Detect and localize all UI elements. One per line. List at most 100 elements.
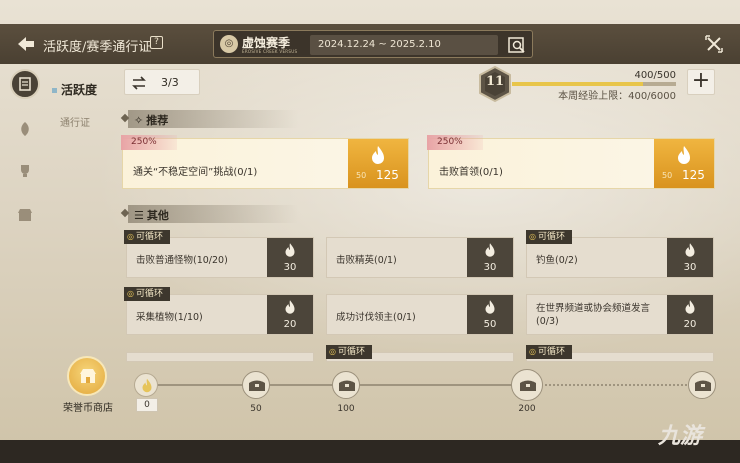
- subnav-pass-label: 通行证: [60, 118, 90, 129]
- flame-icon: [685, 300, 695, 314]
- progress-track-remaining: [540, 384, 695, 386]
- recommended-task-card[interactable]: 250% 通关“不稳定空间”挑战(0/1) 50 125: [121, 135, 409, 189]
- list-icon: ☰: [134, 209, 144, 222]
- clipboard-icon: [19, 77, 31, 91]
- repeatable-label: 可循环: [537, 347, 565, 357]
- repeat-icon: ◎: [529, 232, 536, 241]
- task-title: 采集植物(1/10): [136, 312, 203, 323]
- reward-box: 50 125: [654, 139, 714, 188]
- flame-icon: [372, 146, 384, 164]
- weekly-xp-cap: 本周经验上限：400/6000: [558, 91, 676, 102]
- recommended-task-card[interactable]: 250% 击败首领(0/1) 50 125: [427, 135, 715, 189]
- reward-chest-100[interactable]: [332, 371, 360, 399]
- close-icon[interactable]: [705, 35, 723, 53]
- nav-activity-button[interactable]: [10, 69, 40, 99]
- flame-icon: [485, 300, 495, 314]
- task-title: 成功讨伐领主(0/1): [336, 312, 416, 323]
- subnav-activity-label: 活跃度: [61, 83, 98, 97]
- task-card[interactable]: 成功讨伐领主(0/1) 50: [326, 294, 514, 335]
- back-icon[interactable]: [16, 35, 36, 53]
- repeatable-tag: ◎ 可循环: [124, 287, 170, 301]
- season-emblem-icon: ◎: [220, 35, 238, 53]
- reward-value: 20: [683, 319, 697, 330]
- sparkle-icon: ✧: [134, 114, 144, 127]
- xp-progress-bar: [512, 82, 676, 86]
- nav-shop-button[interactable]: [10, 200, 40, 230]
- subnav-pass[interactable]: 通行证: [60, 114, 90, 129]
- task-card[interactable]: 在世界频道或协会频道发言(0/3) 20: [526, 294, 714, 335]
- subnav-activity[interactable]: 活跃度: [52, 81, 97, 98]
- season-detail-icon[interactable]: [507, 35, 527, 55]
- task-card[interactable]: [126, 352, 314, 362]
- repeatable-label: 可循环: [135, 232, 163, 242]
- task-title: 击败精英(0/1): [336, 255, 397, 266]
- bottom-bar: [0, 440, 740, 463]
- milestone-label: 100: [337, 404, 355, 414]
- swap-icon: [132, 76, 146, 90]
- honor-shop-button[interactable]: [67, 356, 107, 396]
- repeatable-tag: ◎ 可循环: [526, 345, 572, 359]
- recommended-section-header: ✧ 推荐: [120, 110, 716, 128]
- top-bar: 活跃度/赛季通行证 ? ◎ 虚蚀赛季 EROSIVE CREEK VERSUS …: [0, 24, 740, 64]
- active-marker: [52, 88, 57, 93]
- reward-value: 30: [683, 262, 697, 273]
- bonus-tag: 250%: [121, 135, 177, 150]
- season-banner[interactable]: ◎ 虚蚀赛季 EROSIVE CREEK VERSUS 2024.12.24 ~…: [213, 30, 533, 58]
- old-reward: 50: [356, 171, 367, 180]
- repeatable-tag: ◎ 可循环: [526, 230, 572, 244]
- reward-value: 125: [376, 168, 399, 182]
- refresh-counter[interactable]: 3/3: [124, 69, 200, 95]
- repeat-icon: ◎: [529, 347, 536, 356]
- watermark-logo: 九游: [658, 424, 703, 449]
- season-dates: 2024.12.24 ~ 2025.2.10: [310, 35, 498, 55]
- task-title: 通关“不稳定空间”挑战(0/1): [133, 167, 258, 178]
- repeat-icon: ◎: [127, 289, 134, 298]
- flame-icon: [685, 243, 695, 257]
- leaf-icon: [21, 122, 29, 136]
- reward-box: 30: [267, 238, 313, 277]
- task-title: 在世界频道或协会频道发言(0/3): [536, 303, 651, 327]
- flame-icon: [485, 243, 495, 257]
- nav-pass-button[interactable]: [10, 114, 40, 144]
- season-subtitle: EROSIVE CREEK VERSUS: [242, 49, 298, 54]
- other-label: 其他: [146, 209, 169, 222]
- flame-icon: [285, 243, 295, 257]
- page-title: 活跃度/赛季通行证: [43, 40, 152, 55]
- task-title: 钓鱼(0/2): [536, 255, 578, 266]
- repeatable-tag: ◎ 可循环: [326, 345, 372, 359]
- task-title: 击败首领(0/1): [439, 167, 503, 178]
- left-navigation: [0, 64, 52, 364]
- nav-rank-button[interactable]: [10, 156, 40, 186]
- chest-icon: [249, 380, 265, 391]
- flame-icon: [285, 300, 295, 314]
- trophy-icon: [21, 165, 29, 177]
- store-icon: [18, 209, 32, 221]
- xp-text: 400/500: [634, 70, 676, 81]
- old-reward: 50: [662, 171, 673, 180]
- other-section-header: ☰ 其他: [120, 205, 716, 223]
- reward-box: 20: [667, 295, 713, 334]
- recommended-label: 推荐: [146, 114, 169, 127]
- chest-icon: [695, 380, 711, 391]
- repeatable-label: 可循环: [537, 232, 565, 242]
- help-icon[interactable]: ?: [150, 36, 163, 49]
- reward-value: 30: [483, 262, 497, 273]
- reward-chest-200[interactable]: [511, 369, 543, 401]
- chest-icon: [339, 380, 355, 391]
- reward-box: 50: [467, 295, 513, 334]
- level-badge: 11: [476, 65, 514, 103]
- reward-value: 30: [283, 262, 297, 273]
- reward-box: 20: [267, 295, 313, 334]
- reward-chest-final[interactable]: [688, 371, 716, 399]
- honor-shop-label: 荣誉币商店: [63, 403, 113, 414]
- reward-box: 30: [467, 238, 513, 277]
- reward-chest-50[interactable]: [242, 371, 270, 399]
- refresh-count: 3/3: [161, 76, 179, 89]
- repeat-icon: ◎: [329, 347, 336, 356]
- milestone-label: 200: [518, 404, 536, 414]
- task-card[interactable]: 击败精英(0/1) 30: [326, 237, 514, 278]
- reward-value: 20: [283, 319, 297, 330]
- repeatable-label: 可循环: [135, 289, 163, 299]
- xp-progress-fill: [512, 82, 644, 86]
- buy-level-button[interactable]: +: [687, 69, 715, 95]
